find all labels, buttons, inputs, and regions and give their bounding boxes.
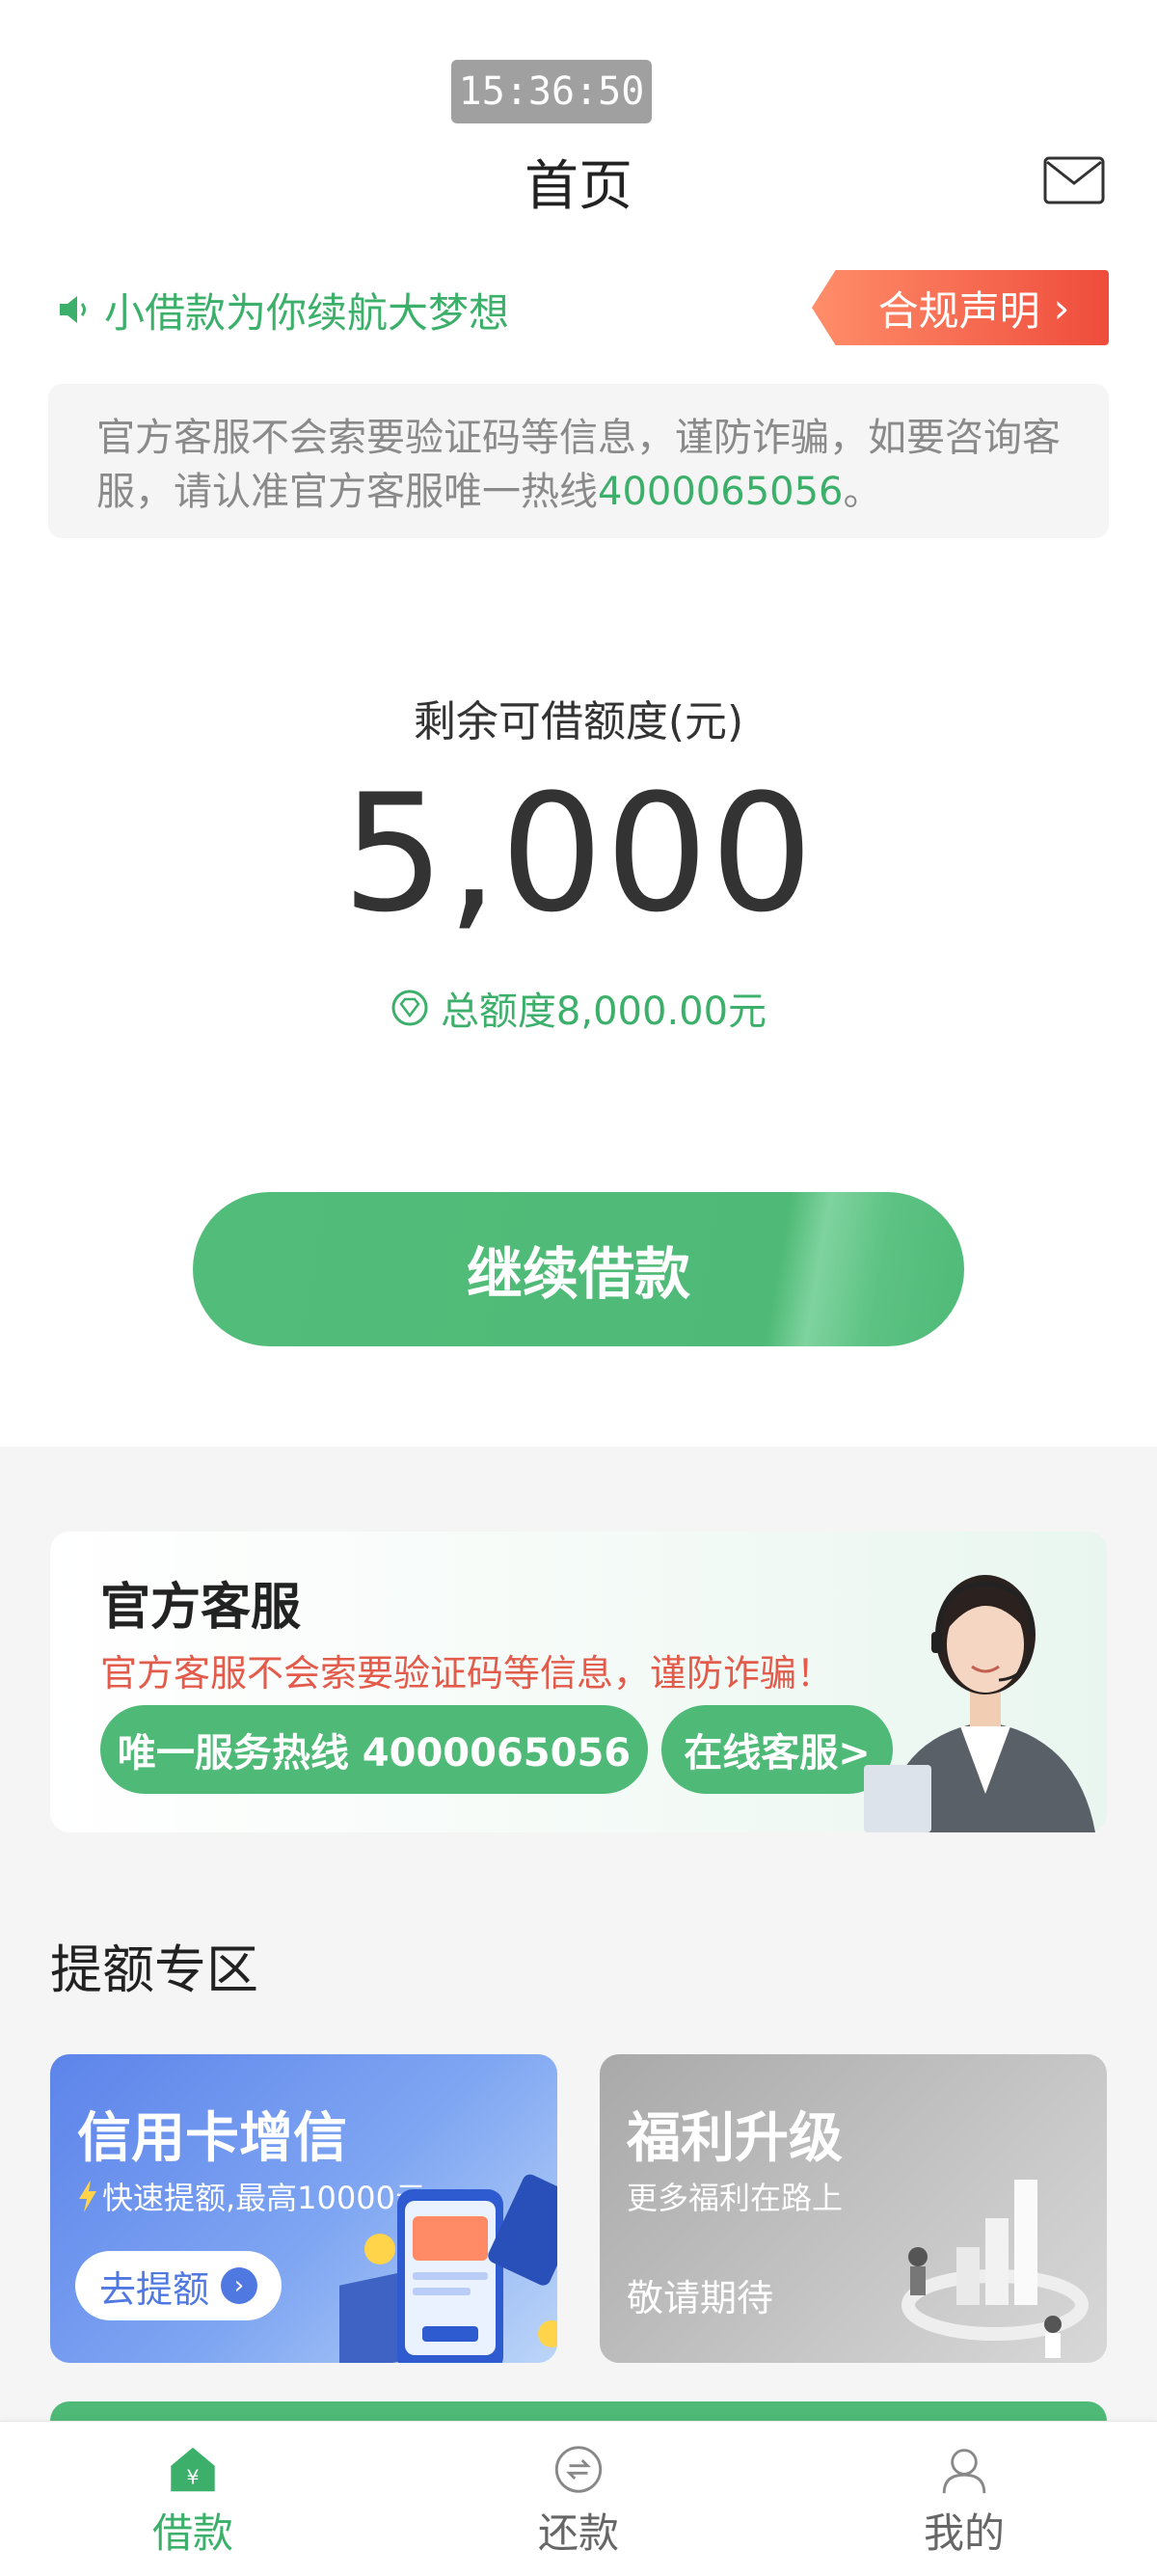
- growth-chart-illustration: [901, 2180, 1089, 2358]
- tab-mine[interactable]: 我的: [868, 2444, 1061, 2560]
- notice-text: 小借款为你续航大梦想: [104, 288, 510, 337]
- profile-icon: [942, 2449, 986, 2494]
- diamond-icon: [391, 990, 428, 1026]
- tab-borrow-label: 借款: [151, 2509, 233, 2557]
- quota-boost-zone-title: 提额专区: [50, 1939, 258, 2000]
- benefit-title: 福利升级: [627, 2107, 843, 2170]
- anti-fraud-text: 官方客服不会索要验证码等信息，谨防诈骗，如要咨询客服，请认准官方客服唯一热线: [96, 416, 1061, 514]
- mail-icon[interactable]: [1043, 156, 1105, 204]
- tab-mine-label: 我的: [923, 2509, 1005, 2557]
- chevron-right-icon: ›: [1053, 284, 1070, 332]
- benefit-note: 敬请期待: [627, 2277, 774, 2319]
- page-title: 首页: [525, 155, 632, 218]
- benefit-upgrade-card[interactable]: 福利升级 更多福利在路上 敬请期待: [600, 2054, 1107, 2363]
- total-quota: 总额度8,000.00元: [0, 980, 1157, 1036]
- phone-card-illustration: [339, 2174, 557, 2363]
- home-yuan-icon: ¥: [171, 2447, 215, 2492]
- quota-label: 剩余可借额度(元): [413, 697, 744, 746]
- continue-borrow-button[interactable]: 继续借款: [193, 1192, 964, 1346]
- compliance-label: 合规声明: [877, 286, 1040, 335]
- credit-card-title: 信用卡增信: [77, 2107, 347, 2170]
- benefit-subtitle: 更多福利在路上: [627, 2180, 844, 2216]
- speaker-icon: [60, 296, 86, 323]
- total-quota-text: 总额度8,000.00元: [440, 990, 767, 1034]
- service-title: 官方客服: [100, 1579, 302, 1637]
- svg-text:¥: ¥: [186, 2466, 199, 2489]
- service-warning: 官方客服不会索要验证码等信息，谨防诈骗！: [100, 1652, 834, 1695]
- notice-row: 小借款为你续航大梦想: [56, 278, 509, 341]
- tab-repay[interactable]: 还款: [482, 2444, 675, 2560]
- tab-repay-label: 还款: [537, 2509, 619, 2557]
- status-time: 15:36:50: [451, 60, 652, 123]
- anti-fraud-end: 。: [843, 470, 882, 514]
- lightning-icon: [79, 2180, 96, 2212]
- go-boost-button[interactable]: 去提额 ›: [75, 2251, 282, 2320]
- arrow-right-icon: ›: [221, 2267, 257, 2304]
- online-service-button[interactable]: 在线客服>: [661, 1705, 893, 1794]
- tab-borrow[interactable]: ¥ 借款: [96, 2444, 289, 2560]
- hotline-number[interactable]: 4000065056: [598, 470, 844, 514]
- quota-value: 5,000: [341, 759, 816, 948]
- customer-service-agent-illustration: [864, 1575, 1095, 1832]
- anti-fraud-notice: 官方客服不会索要验证码等信息，谨防诈骗，如要咨询客服，请认准官方客服唯一热线40…: [48, 384, 1109, 538]
- go-boost-label: 去提额: [98, 2267, 209, 2311]
- hotline-button[interactable]: 唯一服务热线 4000065056: [100, 1705, 648, 1794]
- repay-icon: [554, 2446, 603, 2493]
- compliance-button[interactable]: 合规声明 ›: [812, 270, 1109, 345]
